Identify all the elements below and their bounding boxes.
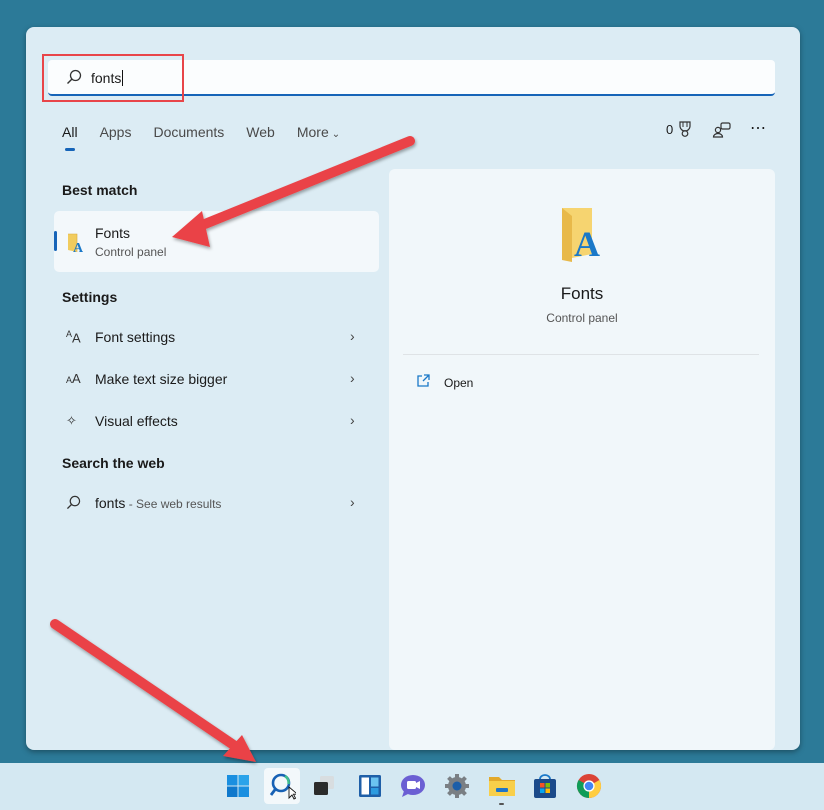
sparkle-icon: ✧ [66,413,77,428]
trophy-icon [679,121,691,137]
settings-item-label: Make text size bigger [95,371,228,387]
web-hint: - See web results [125,497,222,511]
tab-more-label: More [296,124,329,140]
font-settings-icon: AA [66,329,81,346]
store-icon [534,774,556,798]
settings-item-text-size[interactable]: AA Make text size bigger › [54,360,379,398]
running-indicator [499,803,504,805]
chevron-down-icon: ⌄ [331,129,341,140]
tab-all[interactable]: All [62,124,78,151]
settings-item-label: Font settings [95,329,176,345]
svg-text:A: A [574,224,600,262]
fonts-folder-icon: A [562,208,600,262]
text-size-icon: AA [66,371,81,386]
settings-item-visual-effects[interactable]: ✧ Visual effects › [54,402,379,440]
search-web-heading: Search the web [62,455,165,471]
widgets-icon [359,775,381,797]
annotation-highlight-box [42,54,184,102]
chat-icon [401,775,425,797]
windows-logo-icon [227,775,249,797]
tab-apps[interactable]: Apps [100,124,132,140]
web-search-result[interactable]: fonts - See web results › [54,484,379,522]
settings-item-font-settings[interactable]: AA Font settings › [54,318,379,356]
chevron-right-icon: › [350,494,355,510]
divider [403,354,759,355]
search-filter-tabs: All Apps Documents Web More ⌄ [62,124,362,151]
open-external-icon [417,374,430,387]
chevron-right-icon: › [350,412,355,428]
rewards-button[interactable]: 0 [666,120,694,138]
chevron-right-icon: › [350,370,355,386]
best-match-subtitle: Control panel [95,245,167,259]
tab-documents[interactable]: Documents [153,124,224,140]
account-switch-icon[interactable] [712,121,732,139]
best-match-heading: Best match [62,182,138,198]
gear-icon [445,774,469,798]
tab-more[interactable]: More ⌄ [297,124,340,140]
taskbar [0,763,824,810]
settings-item-label: Visual effects [95,413,178,429]
result-detail-pane: A Fonts Control panel Open [389,169,775,750]
store-button[interactable] [527,768,563,804]
folder-icon [489,777,515,796]
search-icon [66,495,81,510]
settings-button[interactable] [439,768,475,804]
taskbar-search-button[interactable] [264,768,300,804]
file-explorer-button[interactable] [484,768,520,804]
chat-button[interactable] [395,768,431,804]
chrome-button[interactable] [571,768,607,804]
start-button[interactable] [220,768,256,804]
more-dots-icon[interactable]: ⋯ [750,118,767,138]
chrome-icon [576,774,602,798]
web-query: fonts [95,495,126,511]
tab-web[interactable]: Web [246,124,275,140]
detail-subtitle: Control panel [546,311,618,325]
task-view-icon [314,776,334,795]
search-icon [269,773,296,800]
fonts-folder-icon: A [68,233,84,254]
open-action-label: Open [444,376,474,390]
rewards-count: 0 [666,121,674,137]
best-match-result[interactable]: A Fonts Control panel [54,211,379,272]
settings-heading: Settings [62,289,118,305]
chevron-right-icon: › [350,328,355,344]
selection-indicator [54,231,57,251]
best-match-title: Fonts [95,225,131,241]
detail-title: Fonts [560,284,604,303]
svg-text:A: A [73,241,84,254]
task-view-button[interactable] [306,768,342,804]
widgets-button[interactable] [352,768,388,804]
